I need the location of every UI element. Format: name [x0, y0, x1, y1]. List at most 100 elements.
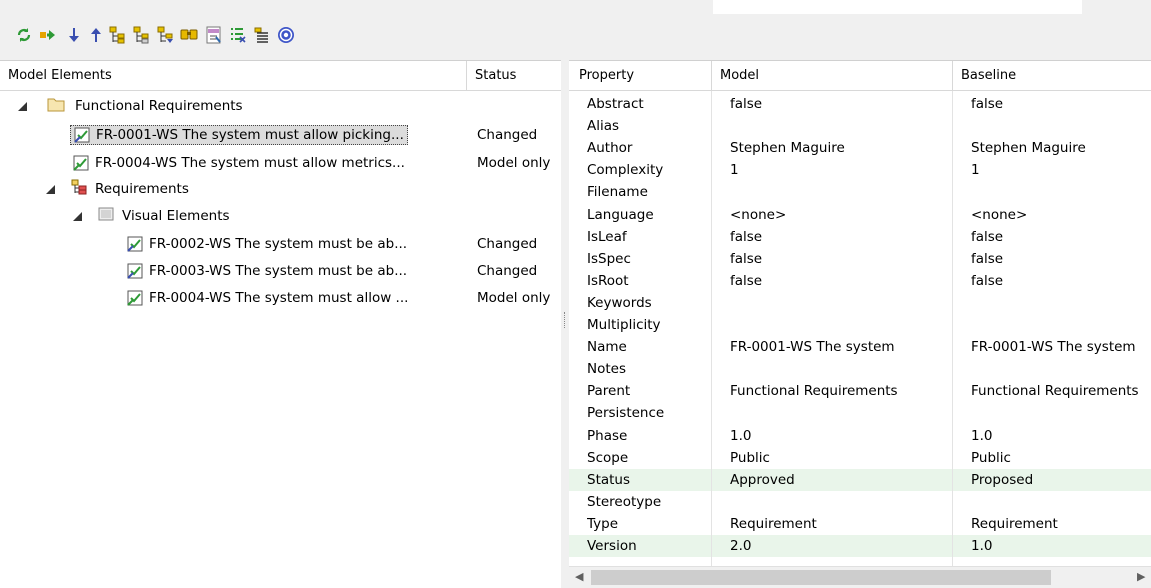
- filter-icon[interactable]: [228, 25, 248, 45]
- property-cell: Parent: [587, 383, 631, 400]
- property-row-version[interactable]: Version 2.0 1.0: [569, 535, 1151, 557]
- baseline-cell: [971, 491, 1151, 513]
- property-row-language[interactable]: Language <none> <none>: [569, 204, 1151, 226]
- options-icon[interactable]: [252, 25, 272, 45]
- property-row-isspec[interactable]: IsSpec false false: [569, 248, 1151, 270]
- horizontal-scrollbar[interactable]: ◀ ▶: [569, 566, 1151, 588]
- tree-row-fr-0003[interactable]: FR-0003-WS The system must be ab... Chan…: [0, 259, 561, 283]
- tree-row-fr-0001[interactable]: FR-0001-WS The system must allow picking…: [0, 123, 561, 147]
- property-row-stereotype[interactable]: Stereotype: [569, 491, 1151, 513]
- model-cell: 1.0: [730, 427, 752, 444]
- property-cell: Scope: [587, 449, 629, 466]
- tree-row-fr-0004[interactable]: FR-0004-WS The system must allow metrics…: [0, 151, 561, 175]
- apply-changes-icon[interactable]: [39, 25, 59, 45]
- header-property[interactable]: Property: [569, 61, 711, 91]
- property-cell: IsSpec: [587, 250, 631, 267]
- scroll-left-icon[interactable]: ◀: [575, 570, 583, 583]
- property-row-multiplicity[interactable]: Multiplicity: [569, 314, 1151, 336]
- tree-label: Requirements: [95, 181, 189, 197]
- property-cell: Alias: [587, 118, 620, 135]
- property-row-complexity[interactable]: Complexity 1 1: [569, 159, 1151, 181]
- collapse-icon[interactable]: [132, 25, 152, 45]
- baseline-cell: 1.0: [971, 538, 993, 554]
- requirement-icon: [127, 290, 143, 306]
- tree-row-fr-0002[interactable]: FR-0002-WS The system must be ab... Chan…: [0, 232, 561, 256]
- scrollbar-thumb[interactable]: [591, 570, 1051, 585]
- baseline-cell: false: [971, 228, 1004, 245]
- property-row-notes[interactable]: Notes: [569, 358, 1151, 380]
- model-cell: false: [730, 250, 763, 267]
- property-row-type[interactable]: Type Requirement Requirement: [569, 513, 1151, 535]
- property-row-author[interactable]: Author Stephen Maguire Stephen Maguire: [569, 137, 1151, 159]
- model-cell: false: [730, 228, 763, 245]
- header-status[interactable]: Status: [466, 61, 561, 91]
- status-cell: Model only: [477, 155, 551, 171]
- scroll-right-icon[interactable]: ▶: [1137, 570, 1145, 583]
- header-baseline[interactable]: Baseline: [952, 61, 1151, 91]
- model-cell: [730, 491, 945, 513]
- property-cell: Stereotype: [587, 493, 662, 510]
- property-cell: Version: [587, 538, 637, 554]
- pane-splitter[interactable]: [561, 60, 569, 587]
- model-cell: [730, 115, 945, 137]
- window-top-strip: [0, 0, 1151, 14]
- previous-difference-icon[interactable]: [86, 25, 106, 45]
- model-cell: Public: [730, 449, 770, 466]
- tree-row-visual-elements[interactable]: Visual Elements: [0, 204, 561, 228]
- model-cell: Stephen Maguire: [730, 140, 845, 157]
- folder-icon: [47, 97, 65, 116]
- tree-row-fr-0004-visual[interactable]: FR-0004-WS The system must allow ... Mod…: [0, 286, 561, 310]
- collapse-toggle-icon[interactable]: [73, 211, 82, 221]
- find-icon[interactable]: [180, 25, 200, 45]
- property-cell: Notes: [587, 361, 626, 378]
- property-cell: Abstract: [587, 96, 644, 112]
- property-row-status[interactable]: Status Approved Proposed: [569, 468, 1151, 491]
- show-differences-icon[interactable]: [156, 25, 176, 45]
- help-icon[interactable]: [276, 25, 296, 45]
- requirement-icon: [73, 155, 89, 171]
- property-row-alias[interactable]: Alias: [569, 115, 1151, 137]
- tree-label: FR-0001-WS The system must allow picking…: [96, 127, 404, 143]
- header-status-label: Status: [475, 68, 517, 83]
- splitter-grip[interactable]: [564, 312, 567, 328]
- column-divider: [952, 91, 953, 583]
- property-row-name[interactable]: Name FR-0001-WS The system FR-0001-WS The …: [569, 336, 1151, 358]
- baseline-cell: Requirement: [971, 515, 1058, 532]
- collapse-toggle-icon[interactable]: [46, 184, 55, 194]
- property-row-isleaf[interactable]: IsLeaf false false: [569, 226, 1151, 248]
- xml-export-icon[interactable]: [204, 25, 224, 45]
- header-model[interactable]: Model: [711, 61, 952, 91]
- selected-item[interactable]: FR-0001-WS The system must allow picking…: [70, 125, 408, 145]
- property-row-phase[interactable]: Phase 1.0 1.0: [569, 425, 1151, 447]
- column-divider: [711, 91, 712, 583]
- property-cell: Phase: [587, 427, 628, 444]
- baseline-cell: false: [971, 250, 1004, 267]
- property-row-persistence[interactable]: Persistence: [569, 402, 1151, 424]
- tree-label: FR-0004-WS The system must allow metrics…: [95, 155, 405, 171]
- property-row-parent[interactable]: Parent Functional Requirements Functional …: [569, 380, 1151, 402]
- refresh-icon[interactable]: [14, 25, 34, 45]
- requirement-icon: [127, 236, 143, 252]
- property-cell: Author: [587, 140, 633, 157]
- collapse-toggle-icon[interactable]: [18, 101, 27, 111]
- model-cell: FR-0001-WS The system: [730, 339, 895, 356]
- expand-changed-icon[interactable]: [108, 25, 128, 45]
- property-row-abstract[interactable]: Abstract false false: [569, 93, 1151, 115]
- tree-row-functional-requirements[interactable]: Functional Requirements: [0, 94, 561, 118]
- baseline-cell: <none>: [971, 206, 1028, 223]
- baseline-cell: [971, 402, 1151, 424]
- header-model-elements[interactable]: Model Elements: [0, 61, 466, 91]
- property-cell: Status: [587, 471, 631, 488]
- property-row-scope[interactable]: Scope Public Public: [569, 447, 1151, 469]
- tree-row-requirements[interactable]: Requirements: [0, 177, 561, 201]
- toolbar: [0, 14, 1151, 60]
- property-comparison-grid: Property Model Baseline Abstract false fal…: [569, 60, 1151, 588]
- tree-label: Visual Elements: [122, 208, 230, 224]
- next-difference-icon[interactable]: [64, 25, 84, 45]
- property-row-filename[interactable]: Filename: [569, 181, 1151, 203]
- property-cell: IsRoot: [587, 272, 629, 289]
- property-row-keywords[interactable]: Keywords: [569, 292, 1151, 314]
- property-row-isroot[interactable]: IsRoot false false: [569, 270, 1151, 292]
- status-cell: Model only: [477, 290, 551, 306]
- baseline-cell: false: [971, 272, 1004, 289]
